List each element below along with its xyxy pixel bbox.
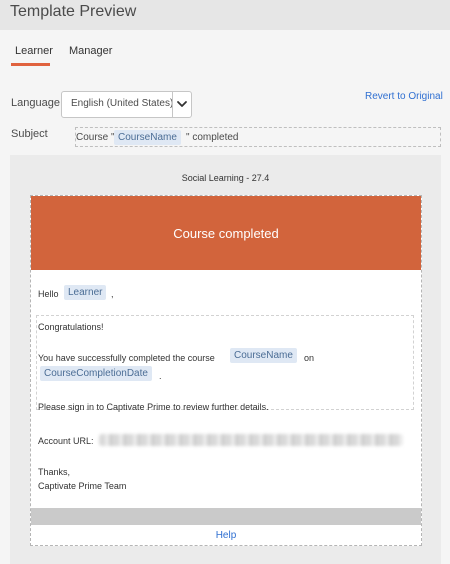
congratulations-text: Congratulations! bbox=[38, 322, 104, 332]
banner-title: Course completed bbox=[173, 226, 279, 241]
help-link[interactable]: Help bbox=[31, 530, 421, 541]
page-title: Template Preview bbox=[10, 3, 137, 20]
completion-date-token: CourseCompletionDate bbox=[40, 366, 152, 381]
email-footer-band bbox=[31, 508, 421, 525]
email-preview-panel: Social Learning - 27.4 Course completed … bbox=[10, 155, 441, 564]
thanks-text: Thanks, bbox=[38, 467, 71, 477]
tab-bar: Learner Manager bbox=[0, 30, 450, 70]
revert-to-original-link[interactable]: Revert to Original bbox=[365, 91, 443, 102]
course-name-token: CourseName bbox=[230, 348, 297, 363]
subject-label: Subject bbox=[11, 128, 48, 140]
email-banner: Course completed bbox=[31, 196, 421, 270]
subject-suffix-text: " completed bbox=[186, 132, 239, 143]
subject-field[interactable]: Course " CourseName " completed bbox=[75, 127, 441, 147]
hello-comma: , bbox=[111, 289, 114, 299]
account-url-redacted bbox=[99, 434, 403, 446]
chevron-down-icon[interactable] bbox=[175, 96, 189, 112]
period-text: . bbox=[159, 371, 162, 381]
select-divider bbox=[172, 92, 173, 117]
account-url-label: Account URL: bbox=[38, 436, 94, 446]
language-selected-value: English (United States) bbox=[71, 98, 174, 109]
team-signature: Captivate Prime Team bbox=[38, 481, 127, 491]
tab-manager[interactable]: Manager bbox=[69, 45, 112, 57]
language-label: Language bbox=[11, 97, 60, 109]
learner-token: Learner bbox=[64, 285, 107, 300]
subject-prefix-text: Course " bbox=[76, 132, 115, 143]
header-bar: Template Preview bbox=[0, 0, 450, 30]
subject-coursename-token: CourseName bbox=[114, 130, 181, 145]
email-template: Course completed Hello Learner , Congrat… bbox=[30, 195, 422, 546]
hello-text: Hello bbox=[38, 289, 59, 299]
success-text: You have successfully completed the cour… bbox=[38, 353, 215, 363]
tab-learner[interactable]: Learner bbox=[15, 45, 53, 57]
signin-text: Please sign in to Captivate Prime to rev… bbox=[38, 402, 269, 412]
language-select[interactable]: English (United States) bbox=[61, 91, 192, 118]
preview-caption: Social Learning - 27.4 bbox=[181, 173, 270, 183]
on-text: on bbox=[304, 353, 315, 363]
active-tab-indicator bbox=[11, 63, 50, 66]
